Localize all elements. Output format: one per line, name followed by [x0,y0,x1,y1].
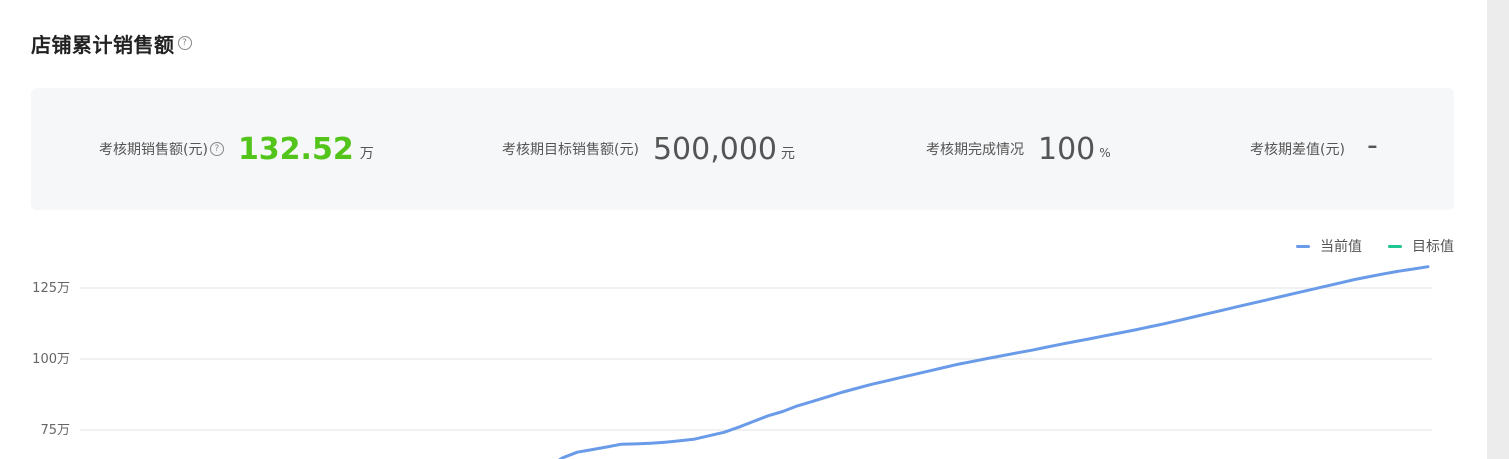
sales-line-chart: 125万 100万 75万 [32,265,1432,459]
y-tick-label: 125万 [32,281,70,296]
y-axis-ticks: 125万 100万 75万 [32,281,70,438]
y-tick-label: 100万 [32,352,70,367]
y-tick-label: 75万 [40,423,70,438]
